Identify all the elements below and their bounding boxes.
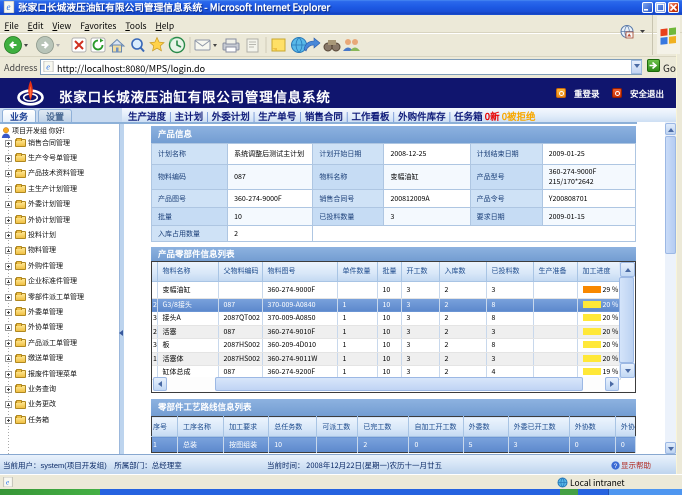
- svg-text:e: e: [46, 62, 50, 71]
- svg-text:?: ?: [614, 462, 618, 469]
- svg-text:e: e: [7, 2, 11, 12]
